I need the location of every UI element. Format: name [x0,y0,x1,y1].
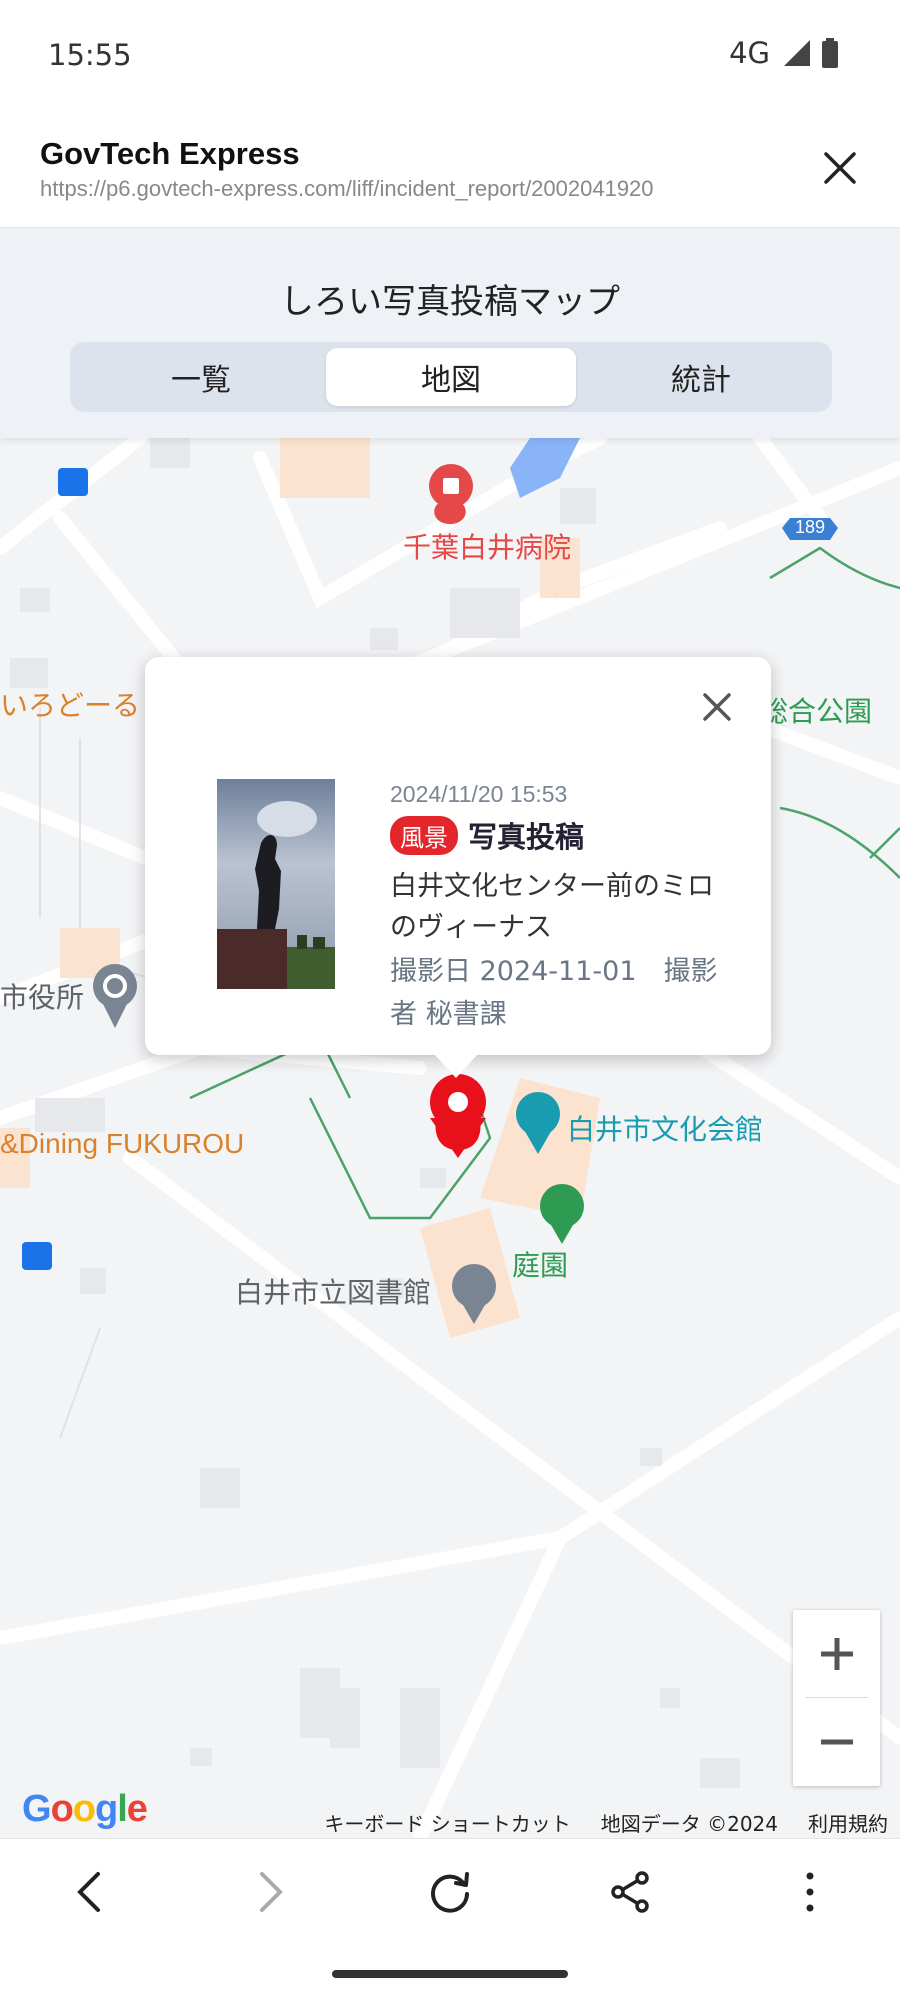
city-hall-label[interactable]: 市役所 [0,976,84,1016]
status-bar: 15:55 4G [0,0,900,110]
popup-close-button[interactable] [693,683,741,731]
minus-icon [820,1739,853,1745]
browser-title: GovTech Express [40,136,300,171]
google-logo: Google [22,1788,148,1830]
culture-hall-label[interactable]: 白井市文化会館 [567,1108,763,1148]
more-vertical-icon [806,1872,814,1911]
tab-list[interactable]: 一覧 [76,348,326,406]
forward-button[interactable] [230,1852,310,1932]
page-title: しろい写真投稿マップ [280,282,620,322]
popup-title-row: 風景 写真投稿 [390,814,740,856]
popup-tail [434,1054,478,1078]
share-button[interactable] [590,1852,670,1932]
map-data-text: 地図データ ©2024 [600,1812,778,1836]
chevron-left-icon [77,1871,100,1912]
hospital-label[interactable]: 千葉白井病院 [403,526,571,566]
zoom-divider [805,1697,868,1698]
iroad-label[interactable]: いろどーる [0,684,140,724]
close-icon [824,152,856,184]
tab-map[interactable]: 地図 [326,348,576,406]
browser-close-button[interactable] [810,138,870,198]
statue-photo-image [217,779,335,989]
tab-stats[interactable]: 統計 [576,348,826,406]
battery-icon [822,38,838,68]
home-indicator[interactable] [332,1970,568,1978]
garden-label[interactable]: 庭園 [512,1244,568,1284]
popup-body: 2024/11/20 15:53 風景 写真投稿 白井文化センター前のミロのヴィ… [390,781,740,1036]
post-photo[interactable] [217,779,335,989]
status-time: 15:55 [48,38,132,72]
back-button[interactable] [50,1852,130,1932]
share-icon [611,1870,649,1913]
signal-icon [784,40,810,66]
post-date: 2024/11/20 15:53 [390,781,568,807]
post-title: 写真投稿 [468,820,585,854]
zoom-in-button[interactable] [793,1610,880,1698]
zoom-out-button[interactable] [793,1698,880,1786]
map-footer: キーボード ショートカット 地図データ ©2024 利用規約 [324,1808,888,1837]
browser-bottom-nav [0,1838,900,1944]
restaurant-label[interactable]: &Dining FUKUROU [0,1128,244,1160]
post-meta: 撮影日 2024-11-01 撮影者 秘書課 [390,956,718,1030]
reload-button[interactable] [410,1852,490,1932]
chevron-right-icon [260,1871,283,1912]
reload-icon [431,1871,469,1913]
status-icons: 4G [729,36,840,70]
app-header: しろい写真投稿マップ 一覧 地図 統計 [0,228,900,438]
category-badge: 風景 [390,815,458,855]
info-popup: 2024/11/20 15:53 風景 写真投稿 白井文化センター前のミロのヴィ… [145,657,771,1055]
network-type: 4G [729,36,770,70]
close-icon [703,693,731,721]
park-label[interactable]: 総合公園 [760,690,872,730]
plus-icon [820,1638,853,1670]
post-description: 白井文化センター前のミロのヴィーナス [390,871,714,943]
map-view[interactable]: 189 千葉白井病院 いろどーる 総合公園 市役所 &Dining FUKURO… [0,438,900,1838]
more-button[interactable] [770,1852,850,1932]
browser-url[interactable]: https://p6.govtech-express.com/liff/inci… [40,176,654,202]
zoom-control [793,1610,880,1786]
tab-bar: 一覧 地図 統計 [70,342,832,412]
browser-header: GovTech Express https://p6.govtech-expre… [0,110,900,228]
terms-link[interactable]: 利用規約 [808,1808,888,1837]
route-label: 189 [795,517,826,537]
keyboard-shortcuts-link[interactable]: キーボード ショートカット [324,1808,570,1837]
library-label[interactable]: 白井市立図書館 [235,1271,431,1311]
